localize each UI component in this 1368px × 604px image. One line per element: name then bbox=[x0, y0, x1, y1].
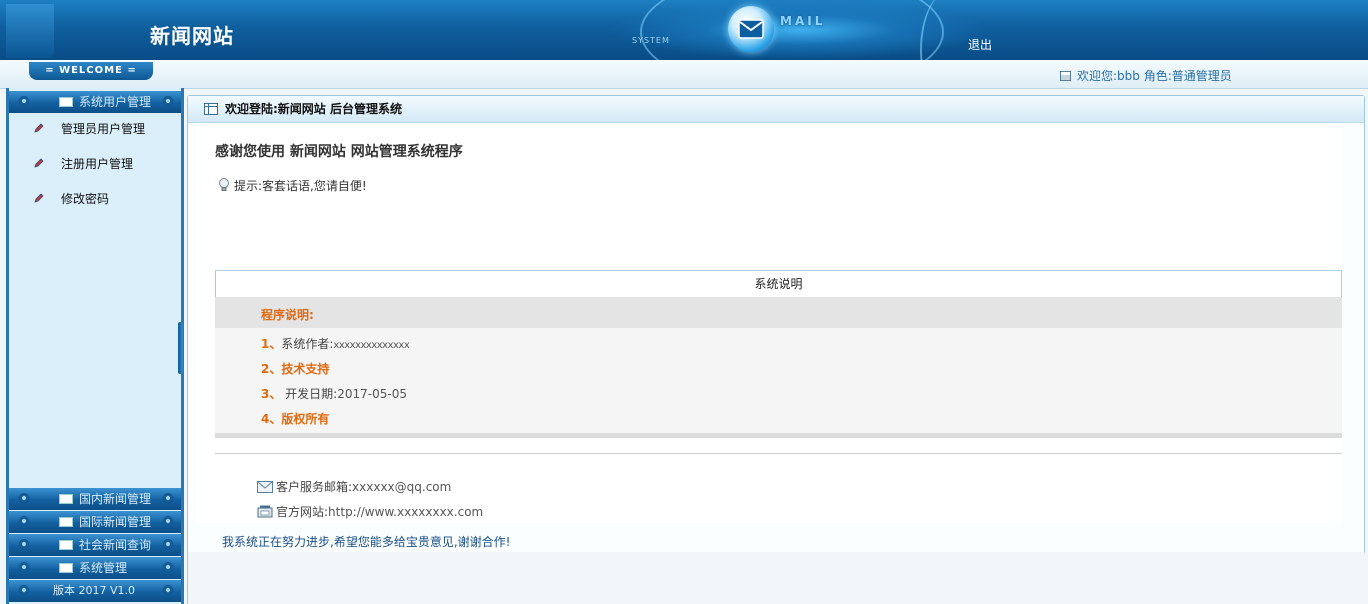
knob-icon bbox=[163, 539, 173, 549]
system-description-heading: 系统说明 bbox=[215, 270, 1342, 298]
row-number: 2、 bbox=[261, 362, 282, 376]
sidebar-item-admin-users[interactable]: 管理员用户管理 bbox=[9, 112, 181, 147]
knob-icon bbox=[19, 96, 29, 106]
pencil-icon bbox=[34, 123, 44, 133]
contact-site-value[interactable]: http://www.xxxxxxxx.com bbox=[328, 505, 483, 519]
system-description-body: 程序说明: 1、系统作者:xxxxxxxxxxxxxx 2、技术支持 3、 开发… bbox=[215, 297, 1342, 438]
desc-row-copyright: 4、版权所有 bbox=[261, 410, 329, 427]
envelope-icon bbox=[59, 97, 73, 107]
envelope-icon bbox=[59, 540, 73, 550]
knob-icon bbox=[163, 96, 173, 106]
knob-icon bbox=[19, 585, 29, 595]
window-icon bbox=[204, 103, 218, 115]
row-label: 技术支持 bbox=[281, 362, 330, 376]
sidebar: 系统用户管理 管理员用户管理 注册用户管理 修改密码 国内新闻管理 国际新闻管理… bbox=[6, 88, 184, 604]
sidebar-item-label: 修改密码 bbox=[61, 192, 110, 206]
user-info: 欢迎您:bbb 角色:普通管理员 bbox=[1060, 67, 1232, 84]
contact-website: 官方网站:http://www.xxxxxxxx.com bbox=[257, 503, 483, 520]
menu-group-social-news[interactable]: 社会新闻查询 bbox=[9, 534, 181, 556]
divider bbox=[215, 453, 1342, 454]
desc-row-author: 1、系统作者:xxxxxxxxxxxxxx bbox=[261, 335, 410, 352]
thanks-heading: 感谢您使用 新闻网站 网站管理系统程序 bbox=[215, 144, 463, 160]
menu-group-label: 国内新闻管理 bbox=[79, 492, 152, 506]
row-label: 开发日期: bbox=[281, 387, 338, 401]
system-label: SYSTEM bbox=[632, 36, 670, 45]
version-bar: 版本 2017 V1.0 bbox=[9, 580, 181, 602]
top-header: 新闻网站 SYSTEM MAIL 退出 bbox=[0, 0, 1368, 60]
header-arc bbox=[640, 0, 944, 60]
header-decoration bbox=[6, 4, 54, 58]
bottom-area bbox=[187, 552, 1364, 604]
phone-icon bbox=[257, 505, 273, 518]
contact-site-label: 官方网站: bbox=[276, 505, 329, 519]
knob-icon bbox=[19, 516, 29, 526]
knob-icon bbox=[163, 585, 173, 595]
sidebar-item-label: 注册用户管理 bbox=[61, 157, 134, 171]
envelope-icon bbox=[59, 494, 73, 504]
submenu: 管理员用户管理 注册用户管理 修改密码 bbox=[9, 112, 181, 217]
row-value: 2017-05-05 bbox=[337, 387, 407, 401]
welcome-bar: = WELCOME = 欢迎您:bbb 角色:普通管理员 bbox=[0, 60, 1368, 89]
contact-email-label: 客户服务邮箱: bbox=[276, 480, 353, 494]
knob-icon bbox=[163, 516, 173, 526]
site-title: 新闻网站 bbox=[150, 24, 234, 48]
knob-icon bbox=[163, 562, 173, 572]
page-title: 欢迎登陆:新闻网站 后台管理系统 bbox=[225, 102, 402, 116]
menu-group-label: 系统用户管理 bbox=[79, 95, 152, 109]
sidebar-item-registered-users[interactable]: 注册用户管理 bbox=[9, 147, 181, 182]
knob-icon bbox=[19, 539, 29, 549]
sidebar-splitter[interactable] bbox=[178, 322, 183, 374]
tip: 提示:客套话语,您请自便! bbox=[218, 177, 367, 194]
lightbulb-icon bbox=[219, 178, 229, 191]
mail-word: MAIL bbox=[780, 14, 826, 28]
menu-group-domestic-news[interactable]: 国内新闻管理 bbox=[9, 488, 181, 510]
pencil-icon bbox=[34, 193, 44, 203]
menu-group-system-management[interactable]: 系统管理 bbox=[9, 557, 181, 579]
envelope-icon bbox=[257, 481, 273, 493]
contact-email-value[interactable]: xxxxxx@qq.com bbox=[352, 480, 451, 494]
menu-group-label: 社会新闻查询 bbox=[79, 538, 152, 552]
user-icon bbox=[1060, 71, 1071, 81]
row-value: xxxxxxxxxxxxxx bbox=[333, 340, 410, 351]
envelope-icon bbox=[59, 563, 73, 573]
menu-group-label: 国际新闻管理 bbox=[79, 515, 152, 529]
program-title: 程序说明: bbox=[261, 308, 314, 322]
footer-note: 我系统正在努力进步,希望您能多给宝贵意见,谢谢合作! bbox=[222, 535, 511, 549]
contact-email: 客户服务邮箱:xxxxxx@qq.com bbox=[257, 478, 451, 495]
sidebar-item-change-password[interactable]: 修改密码 bbox=[9, 182, 181, 217]
program-title-row: 程序说明: bbox=[215, 297, 1342, 328]
menu-group-label: 系统管理 bbox=[79, 561, 128, 575]
row-label: 系统作者: bbox=[281, 337, 334, 351]
user-info-text: 欢迎您:bbb 角色:普通管理员 bbox=[1077, 69, 1232, 83]
row-number: 3、 bbox=[261, 387, 282, 401]
main-panel: 欢迎登陆:新闻网站 后台管理系统 感谢您使用 新闻网站 网站管理系统程序 提示:… bbox=[187, 95, 1365, 554]
row-number: 4、 bbox=[261, 412, 282, 426]
row-label: 版权所有 bbox=[281, 412, 330, 426]
mail-icon[interactable] bbox=[728, 6, 774, 52]
sidebar-item-label: 管理员用户管理 bbox=[61, 122, 146, 136]
knob-icon bbox=[163, 493, 173, 503]
knob-icon bbox=[19, 493, 29, 503]
logout-link[interactable]: 退出 bbox=[968, 36, 992, 53]
knob-icon bbox=[19, 562, 29, 572]
envelope-icon bbox=[59, 517, 73, 527]
main-content: 感谢您使用 新闻网站 网站管理系统程序 提示:客套话语,您请自便! 系统说明 程… bbox=[196, 123, 1342, 523]
main-header: 欢迎登陆:新闻网站 后台管理系统 bbox=[188, 96, 1364, 123]
version-label: 版本 2017 V1.0 bbox=[53, 584, 136, 597]
menu-group-system-users[interactable]: 系统用户管理 bbox=[9, 91, 181, 113]
pencil-icon bbox=[34, 158, 44, 168]
row-number: 1、 bbox=[261, 337, 282, 351]
desc-row-support: 2、技术支持 bbox=[261, 360, 329, 377]
welcome-tab: = WELCOME = bbox=[29, 62, 153, 80]
tip-text: 提示:客套话语,您请自便! bbox=[234, 179, 367, 193]
desc-row-date: 3、 开发日期:2017-05-05 bbox=[261, 385, 407, 402]
menu-group-international-news[interactable]: 国际新闻管理 bbox=[9, 511, 181, 533]
